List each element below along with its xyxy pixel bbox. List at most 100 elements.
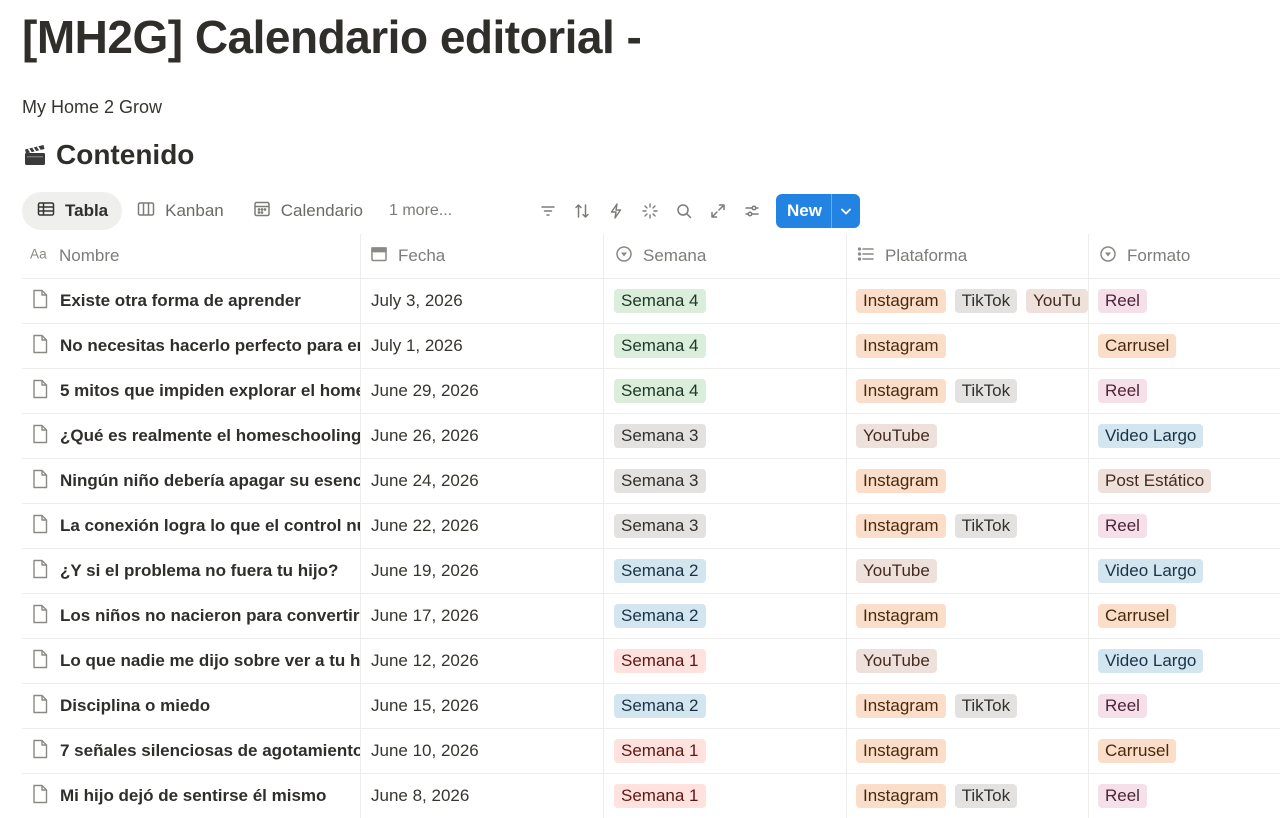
cell-semana[interactable]: Semana 4	[603, 369, 846, 413]
tag-formato[interactable]: Reel	[1098, 379, 1147, 403]
table-row[interactable]: No necesitas hacerlo perfecto para er Ju…	[22, 324, 1280, 369]
cell-plataforma[interactable]: YouTube	[846, 549, 1088, 593]
more-views-link[interactable]: 1 more...	[389, 202, 452, 220]
tag-formato[interactable]: Carrusel	[1098, 604, 1177, 628]
cell-formato[interactable]: Reel	[1088, 369, 1280, 413]
table-row[interactable]: 5 mitos que impiden explorar el home Jun…	[22, 369, 1280, 414]
tag-semana[interactable]: Semana 1	[614, 739, 706, 763]
cell-fecha[interactable]: June 26, 2026	[360, 414, 603, 458]
cell-plataforma[interactable]: Instagram	[846, 324, 1088, 368]
cell-plataforma[interactable]: Instagram TikTok	[846, 774, 1088, 818]
cell-nombre[interactable]: ¿Y si el problema no fuera tu hijo?	[22, 549, 360, 593]
cell-fecha[interactable]: July 3, 2026	[360, 279, 603, 323]
tag-plataforma[interactable]: TikTok	[954, 514, 1018, 538]
cell-fecha[interactable]: June 29, 2026	[360, 369, 603, 413]
column-header-fecha[interactable]: Fecha	[360, 234, 603, 278]
database-title[interactable]: Contenido	[22, 139, 194, 171]
cell-fecha[interactable]: June 17, 2026	[360, 594, 603, 638]
cell-nombre[interactable]: Lo que nadie me dijo sobre ver a tu hij	[22, 639, 360, 683]
column-header-plataforma[interactable]: Plataforma	[846, 234, 1088, 278]
tab-calendario[interactable]: Calendario	[238, 192, 377, 230]
cell-fecha[interactable]: June 15, 2026	[360, 684, 603, 728]
cell-plataforma[interactable]: Instagram TikTok	[846, 504, 1088, 548]
cell-semana[interactable]: Semana 1	[603, 729, 846, 773]
cell-semana[interactable]: Semana 2	[603, 594, 846, 638]
tag-formato[interactable]: Reel	[1098, 784, 1147, 808]
tag-formato[interactable]: Video Largo	[1098, 649, 1204, 673]
tag-semana[interactable]: Semana 2	[614, 604, 706, 628]
cell-fecha[interactable]: July 1, 2026	[360, 324, 603, 368]
chevron-down-icon[interactable]	[832, 194, 860, 228]
tag-plataforma[interactable]: TikTok	[954, 289, 1018, 313]
cell-nombre[interactable]: Mi hijo dejó de sentirse él mismo	[22, 774, 360, 818]
tag-formato[interactable]: Video Largo	[1098, 424, 1204, 448]
settings-sliders-icon[interactable]	[741, 200, 763, 222]
cell-nombre[interactable]: ¿Qué es realmente el homeschooling?	[22, 414, 360, 458]
column-header-formato[interactable]: Formato	[1088, 234, 1280, 278]
automation-icon[interactable]	[605, 200, 627, 222]
cell-semana[interactable]: Semana 4	[603, 324, 846, 368]
cell-formato[interactable]: Video Largo	[1088, 414, 1280, 458]
new-button[interactable]: New	[776, 194, 860, 228]
table-row[interactable]: Disciplina o miedo June 15, 2026 Semana …	[22, 684, 1280, 729]
row-title[interactable]: Los niños no nacieron para convertirs	[60, 606, 360, 626]
cell-fecha[interactable]: June 10, 2026	[360, 729, 603, 773]
tag-semana[interactable]: Semana 4	[614, 379, 706, 403]
cell-nombre[interactable]: Disciplina o miedo	[22, 684, 360, 728]
table-row[interactable]: La conexión logra lo que el control nui …	[22, 504, 1280, 549]
tag-plataforma[interactable]: YouTu	[1026, 289, 1088, 313]
cell-semana[interactable]: Semana 2	[603, 684, 846, 728]
table-row[interactable]: Existe otra forma de aprender July 3, 20…	[22, 279, 1280, 324]
tab-kanban[interactable]: Kanban	[122, 192, 238, 230]
cell-formato[interactable]: Carrusel	[1088, 729, 1280, 773]
cell-fecha[interactable]: June 12, 2026	[360, 639, 603, 683]
cell-fecha[interactable]: June 8, 2026	[360, 774, 603, 818]
column-header-nombre[interactable]: Aa Nombre	[22, 234, 360, 278]
tag-semana[interactable]: Semana 3	[614, 424, 706, 448]
cell-formato[interactable]: Carrusel	[1088, 594, 1280, 638]
row-title[interactable]: ¿Qué es realmente el homeschooling?	[60, 426, 360, 446]
tag-plataforma[interactable]: Instagram	[856, 289, 946, 313]
tag-semana[interactable]: Semana 2	[614, 559, 706, 583]
tag-formato[interactable]: Video Largo	[1098, 559, 1204, 583]
tag-plataforma[interactable]: Instagram	[856, 469, 946, 493]
cell-nombre[interactable]: Ningún niño debería apagar su esenci	[22, 459, 360, 503]
cell-semana[interactable]: Semana 1	[603, 639, 846, 683]
row-title[interactable]: 7 señales silenciosas de agotamiento	[60, 741, 360, 761]
cell-semana[interactable]: Semana 1	[603, 774, 846, 818]
cell-formato[interactable]: Video Largo	[1088, 549, 1280, 593]
cell-semana[interactable]: Semana 3	[603, 414, 846, 458]
tag-semana[interactable]: Semana 2	[614, 694, 706, 718]
tag-semana[interactable]: Semana 1	[614, 649, 706, 673]
tag-semana[interactable]: Semana 4	[614, 334, 706, 358]
sort-icon[interactable]	[571, 200, 593, 222]
cell-formato[interactable]: Post Estático	[1088, 459, 1280, 503]
table-row[interactable]: Ningún niño debería apagar su esenci Jun…	[22, 459, 1280, 504]
table-row[interactable]: ¿Qué es realmente el homeschooling? June…	[22, 414, 1280, 459]
table-row[interactable]: Los niños no nacieron para convertirs Ju…	[22, 594, 1280, 639]
tag-semana[interactable]: Semana 3	[614, 469, 706, 493]
cell-plataforma[interactable]: YouTube	[846, 414, 1088, 458]
table-row[interactable]: ¿Y si el problema no fuera tu hijo? June…	[22, 549, 1280, 594]
tag-plataforma[interactable]: Instagram	[856, 694, 946, 718]
cell-semana[interactable]: Semana 3	[603, 504, 846, 548]
cell-semana[interactable]: Semana 4	[603, 279, 846, 323]
cell-plataforma[interactable]: Instagram TikTok	[846, 684, 1088, 728]
cell-plataforma[interactable]: Instagram	[846, 594, 1088, 638]
tag-plataforma[interactable]: YouTube	[856, 424, 937, 448]
tag-plataforma[interactable]: Instagram	[856, 784, 946, 808]
search-icon[interactable]	[673, 200, 695, 222]
cell-nombre[interactable]: No necesitas hacerlo perfecto para er	[22, 324, 360, 368]
tag-formato[interactable]: Carrusel	[1098, 739, 1177, 763]
row-title[interactable]: Mi hijo dejó de sentirse él mismo	[60, 786, 326, 806]
tag-plataforma[interactable]: Instagram	[856, 379, 946, 403]
cell-fecha[interactable]: June 22, 2026	[360, 504, 603, 548]
cell-nombre[interactable]: 7 señales silenciosas de agotamiento	[22, 729, 360, 773]
tag-formato[interactable]: Post Estático	[1098, 469, 1212, 493]
cell-plataforma[interactable]: Instagram	[846, 729, 1088, 773]
row-title[interactable]: La conexión logra lo que el control nui	[60, 516, 360, 536]
cell-nombre[interactable]: Los niños no nacieron para convertirs	[22, 594, 360, 638]
cell-nombre[interactable]: Existe otra forma de aprender	[22, 279, 360, 323]
cell-fecha[interactable]: June 24, 2026	[360, 459, 603, 503]
cell-semana[interactable]: Semana 3	[603, 459, 846, 503]
